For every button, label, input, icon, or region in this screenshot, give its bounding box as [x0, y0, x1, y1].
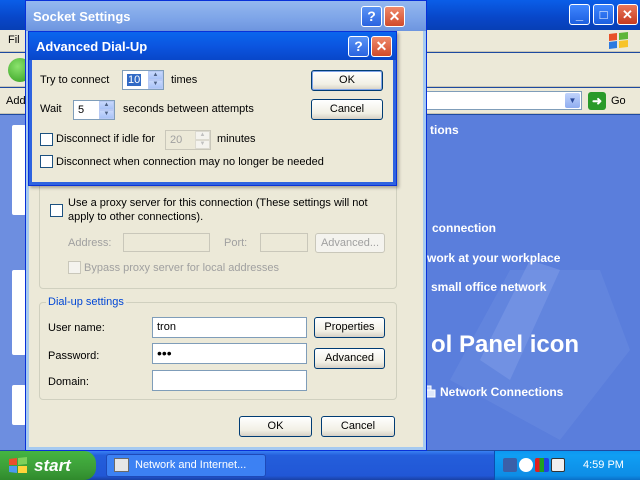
cancel-button[interactable]: Cancel — [321, 416, 395, 437]
advanced-dialup-dialog: Advanced Dial-Up ? ✕ Try to connect 10 ▲… — [28, 31, 397, 186]
minimize-icon[interactable]: _ — [569, 4, 590, 25]
start-button[interactable]: start — [0, 451, 96, 480]
advanced-dialup-title: Advanced Dial-Up — [36, 39, 148, 54]
help-icon[interactable]: ? — [361, 6, 382, 27]
proxy-advanced-button[interactable]: Advanced... — [315, 233, 385, 253]
password-label: Password: — [48, 350, 100, 362]
disconnect-idle-label: Disconnect if idle for — [56, 133, 156, 145]
address-input[interactable]: ▼ — [426, 91, 582, 110]
spin-down-icon[interactable]: ▼ — [148, 80, 163, 89]
dialup-advanced-button[interactable]: Advanced — [314, 348, 385, 369]
spin-down-icon[interactable]: ▼ — [99, 110, 114, 119]
disconnect-not-needed-checkbox[interactable] — [40, 155, 53, 168]
maximize-icon[interactable]: □ — [593, 4, 614, 25]
disconnect-not-needed-label: Disconnect when connection may no longer… — [56, 156, 324, 168]
ok-button[interactable]: OK — [239, 416, 312, 437]
advanced-cancel-button[interactable]: Cancel — [311, 99, 383, 120]
domain-field[interactable] — [152, 370, 307, 391]
idle-minutes-value[interactable]: 20 — [170, 134, 182, 146]
wait-seconds-value[interactable]: 5 — [78, 104, 84, 116]
seconds-between-label: seconds between attempts — [123, 103, 254, 115]
spin-down-icon[interactable]: ▼ — [195, 140, 210, 149]
use-proxy-label-line2: apply to other connections). — [68, 211, 204, 223]
proxy-address-field[interactable] — [123, 233, 210, 252]
clock: 4:59 PM — [583, 459, 624, 471]
go-arrow-icon[interactable]: ➜ — [588, 92, 606, 110]
advanced-dialup-titlebar: Advanced Dial-Up — [29, 32, 396, 60]
proxy-port-field[interactable] — [260, 233, 308, 252]
dialup-settings-legend: Dial-up settings — [46, 296, 126, 308]
wait-label: Wait — [40, 103, 62, 115]
try-to-connect-label: Try to connect — [40, 74, 110, 86]
section-heading: tions — [430, 123, 459, 137]
monitor-tray-icon[interactable] — [551, 458, 565, 472]
close-icon[interactable]: ✕ — [371, 36, 392, 57]
close-icon[interactable]: ✕ — [617, 4, 638, 25]
windows-flag-icon — [609, 32, 628, 49]
username-label: User name: — [48, 322, 105, 334]
properties-button[interactable]: Properties — [314, 317, 385, 338]
try-count-value[interactable]: 10 — [127, 74, 142, 86]
taskbar-window-label: Network and Internet... — [135, 459, 247, 471]
proxy-group: Use a proxy server for this connection (… — [39, 181, 397, 289]
username-field[interactable]: tron — [152, 317, 307, 338]
task-link-3[interactable]: small office network — [431, 280, 546, 294]
dialup-settings-group: Dial-up settings User name: tron Passwor… — [39, 296, 397, 400]
network-connections-link[interactable]: Network Connections — [440, 385, 563, 399]
color-tray-icon[interactable] — [535, 458, 549, 472]
close-icon[interactable]: ✕ — [384, 6, 405, 27]
disconnect-idle-checkbox[interactable] — [40, 133, 53, 146]
clock-tray-icon[interactable] — [519, 458, 533, 472]
port-label: Port: — [224, 237, 248, 249]
start-label: start — [34, 456, 71, 475]
taskbar-window-button[interactable]: Network and Internet... — [106, 454, 266, 477]
wait-seconds-spinner[interactable]: 5 ▲ ▼ — [73, 100, 115, 120]
chevron-down-icon[interactable]: ▼ — [565, 93, 580, 108]
spin-up-icon[interactable]: ▲ — [195, 131, 210, 140]
go-button-label[interactable]: Go — [611, 95, 626, 107]
times-label: times — [171, 74, 198, 86]
bypass-proxy-label: Bypass proxy server for local addresses — [84, 262, 280, 274]
advanced-ok-button[interactable]: OK — [311, 70, 383, 91]
address-label: Address: — [68, 237, 112, 249]
password-field[interactable]: ••• — [152, 343, 307, 364]
use-proxy-checkbox[interactable] — [50, 204, 63, 217]
try-count-spinner[interactable]: 10 ▲ ▼ — [122, 70, 164, 90]
system-tray: 4:59 PM — [494, 451, 640, 480]
control-panel-icon — [114, 458, 129, 472]
task-link-1[interactable]: connection — [432, 221, 496, 235]
help-icon[interactable]: ? — [348, 36, 369, 57]
windows-flag-icon — [9, 457, 27, 473]
domain-label: Domain: — [48, 376, 89, 388]
spin-up-icon[interactable]: ▲ — [99, 101, 114, 110]
address-label: Add — [6, 95, 26, 107]
dialog-title: Socket Settings — [33, 9, 131, 24]
control-panel-heading: ol Panel icon — [431, 331, 580, 358]
use-proxy-label-line1: Use a proxy server for this connection (… — [68, 197, 368, 209]
menu-file[interactable]: Fil — [8, 34, 20, 46]
minutes-label: minutes — [217, 133, 256, 145]
bypass-proxy-checkbox[interactable] — [68, 261, 81, 274]
task-link-2[interactable]: work at your workplace — [427, 251, 560, 265]
network-tray-icon[interactable] — [503, 458, 517, 472]
idle-minutes-spinner[interactable]: 20 ▲ ▼ — [165, 130, 211, 150]
taskbar: start Network and Internet... 4:59 PM — [0, 451, 640, 480]
spin-up-icon[interactable]: ▲ — [148, 71, 163, 80]
